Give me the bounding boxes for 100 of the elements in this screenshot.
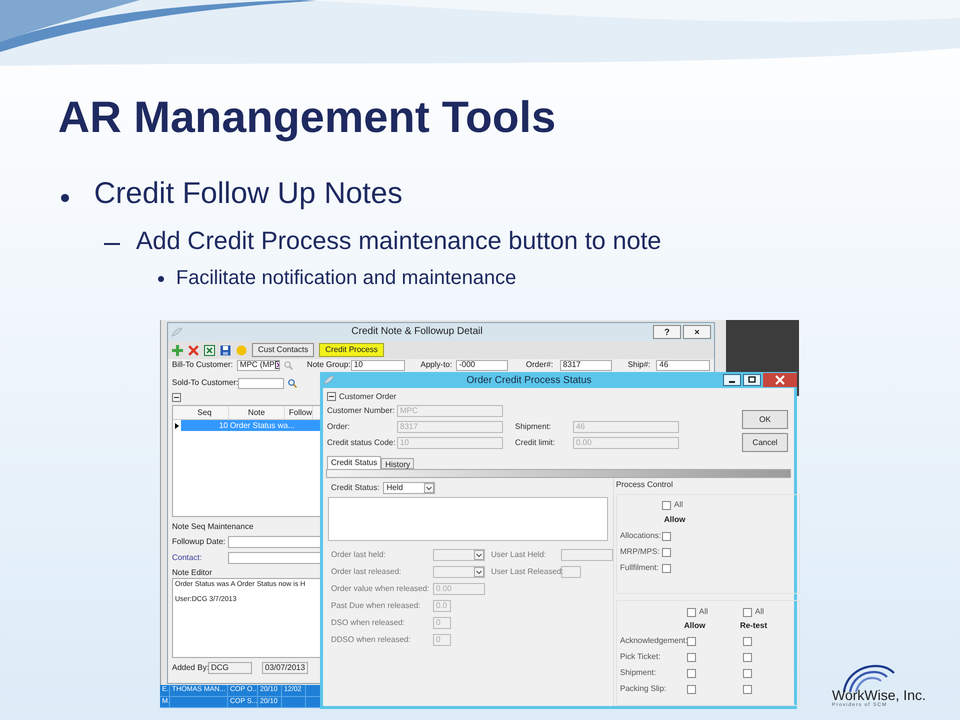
field-label: Credit limit: xyxy=(515,436,556,448)
checkbox[interactable] xyxy=(743,668,752,678)
dropdown[interactable]: Held xyxy=(383,482,436,494)
input-field[interactable]: 8317 xyxy=(560,360,612,370)
logo-text: WorkWise, Inc. xyxy=(832,688,926,702)
input-field: 0.00 xyxy=(433,583,485,595)
minimize-icon[interactable] xyxy=(723,374,741,386)
checkbox[interactable] xyxy=(687,684,696,694)
column-header: Re-test xyxy=(740,620,768,632)
input-field: 0.0 xyxy=(433,600,451,612)
input-field: 10 xyxy=(397,436,503,448)
delete-icon[interactable] xyxy=(188,344,199,356)
row-pointer-icon xyxy=(173,422,181,430)
checkbox-label: All xyxy=(699,606,708,618)
checkbox[interactable] xyxy=(662,548,671,556)
column-header: Note xyxy=(229,406,285,419)
toolbar-button[interactable]: Cust Contacts xyxy=(252,343,314,357)
field-label: MRP/MPS: xyxy=(620,546,661,558)
field-label: Bill-To Customer: xyxy=(172,360,233,370)
window-title: Order Credit Process Status xyxy=(465,374,593,388)
checkbox[interactable] xyxy=(662,532,671,540)
column-header: Seq xyxy=(181,406,229,419)
field-label: Order: xyxy=(327,420,351,432)
checkbox[interactable] xyxy=(743,636,752,646)
spreadsheet-icon[interactable] xyxy=(204,344,215,356)
input-field: 0.00 xyxy=(573,436,679,448)
checkbox[interactable] xyxy=(743,684,752,694)
field-label: Acknowledgement: xyxy=(620,635,687,647)
save-icon[interactable] xyxy=(220,344,231,356)
column-header: Allow xyxy=(663,514,686,526)
tab[interactable]: Credit Status xyxy=(327,456,382,469)
field-label: Credit status Code: xyxy=(327,436,396,448)
input-field: MPC xyxy=(397,404,503,416)
checkbox[interactable] xyxy=(662,564,671,572)
close-icon[interactable] xyxy=(763,373,797,387)
input-field[interactable] xyxy=(238,378,284,388)
input-field[interactable]: -000 xyxy=(456,360,508,370)
dialog-button[interactable]: Cancel xyxy=(742,433,788,452)
window-title: Credit Note & Followup Detail xyxy=(350,327,484,337)
field-label: DDSO when released: xyxy=(331,634,412,646)
input-field[interactable]: MPC (MP xyxy=(236,360,280,370)
checkbox[interactable] xyxy=(743,652,752,662)
checkbox-label: All xyxy=(755,606,764,618)
maximize-icon[interactable] xyxy=(743,374,761,386)
input-field: 0 xyxy=(433,634,451,646)
field-label: Shipment: xyxy=(515,420,552,432)
checkbox[interactable] xyxy=(687,652,696,662)
input-field xyxy=(561,566,581,578)
panel-title: Process Control xyxy=(616,479,674,491)
toolbar-button[interactable]: Credit Process xyxy=(319,343,384,357)
checkbox-label: All xyxy=(674,499,683,511)
checkbox[interactable] xyxy=(743,608,752,616)
bullet-text: Credit Follow Up Notes xyxy=(94,176,402,212)
field-label: User Last Held: xyxy=(491,549,548,561)
bullet-icon xyxy=(60,193,70,203)
bullet-icon xyxy=(156,274,166,284)
field-label: Credit Status: xyxy=(331,482,380,494)
field-label: Order last held: xyxy=(331,549,387,561)
field-label: Followup Date: xyxy=(172,536,226,546)
checkbox[interactable] xyxy=(687,608,696,616)
collapse-icon[interactable] xyxy=(172,392,181,402)
search-icon[interactable] xyxy=(288,378,297,388)
checkbox[interactable] xyxy=(687,668,696,678)
input-field: 46 xyxy=(573,420,679,432)
table-cell-text: 10 xyxy=(218,420,229,430)
bullet-text: Add Credit Process maintenance button to note xyxy=(136,226,662,257)
field-label: Order value when released: xyxy=(331,583,430,595)
input-field[interactable]: 10 xyxy=(350,360,405,370)
checkbox[interactable] xyxy=(662,500,671,510)
input-field: 03/07/2013 xyxy=(262,662,308,674)
collapse-icon[interactable] xyxy=(327,392,336,401)
field-label: Past Due when released: xyxy=(331,600,422,612)
section-title: Note Editor xyxy=(172,568,212,578)
group-title: Customer Order xyxy=(339,390,396,402)
field-label: User Last Released: xyxy=(491,566,561,578)
field-label: Customer Number: xyxy=(327,404,396,416)
contact-link[interactable]: Contact: xyxy=(172,552,228,562)
bullet-text: Facilitate notification and maintenance xyxy=(176,266,516,291)
input-field: 0 xyxy=(433,617,451,629)
column-header: Allow xyxy=(684,620,706,632)
app-icon xyxy=(323,375,335,385)
field-label: Order last released: xyxy=(331,566,402,578)
search-icon[interactable] xyxy=(284,360,293,370)
input-field xyxy=(561,549,613,561)
field-label: Packing Slip: xyxy=(620,683,668,695)
field-label: Order#: xyxy=(526,360,554,370)
field-label: Apply-to: xyxy=(420,360,452,370)
input-field: 8317 xyxy=(397,420,503,432)
add-icon[interactable] xyxy=(172,344,183,356)
input-field: DCG xyxy=(208,662,252,674)
checkbox[interactable] xyxy=(687,636,696,646)
section-title: Note Seq Maintenance xyxy=(172,522,254,532)
dialog-button[interactable]: OK xyxy=(742,410,788,429)
title-bar-button[interactable]: ? xyxy=(653,325,681,339)
title-bar-button[interactable]: × xyxy=(683,325,711,339)
slide-title: AR Manangement Tools xyxy=(58,92,557,144)
input-field[interactable]: 46 xyxy=(656,360,710,370)
field-label: DSO when released: xyxy=(331,617,406,629)
field-label: Allocations: xyxy=(620,530,662,542)
tab[interactable]: History xyxy=(381,458,414,469)
